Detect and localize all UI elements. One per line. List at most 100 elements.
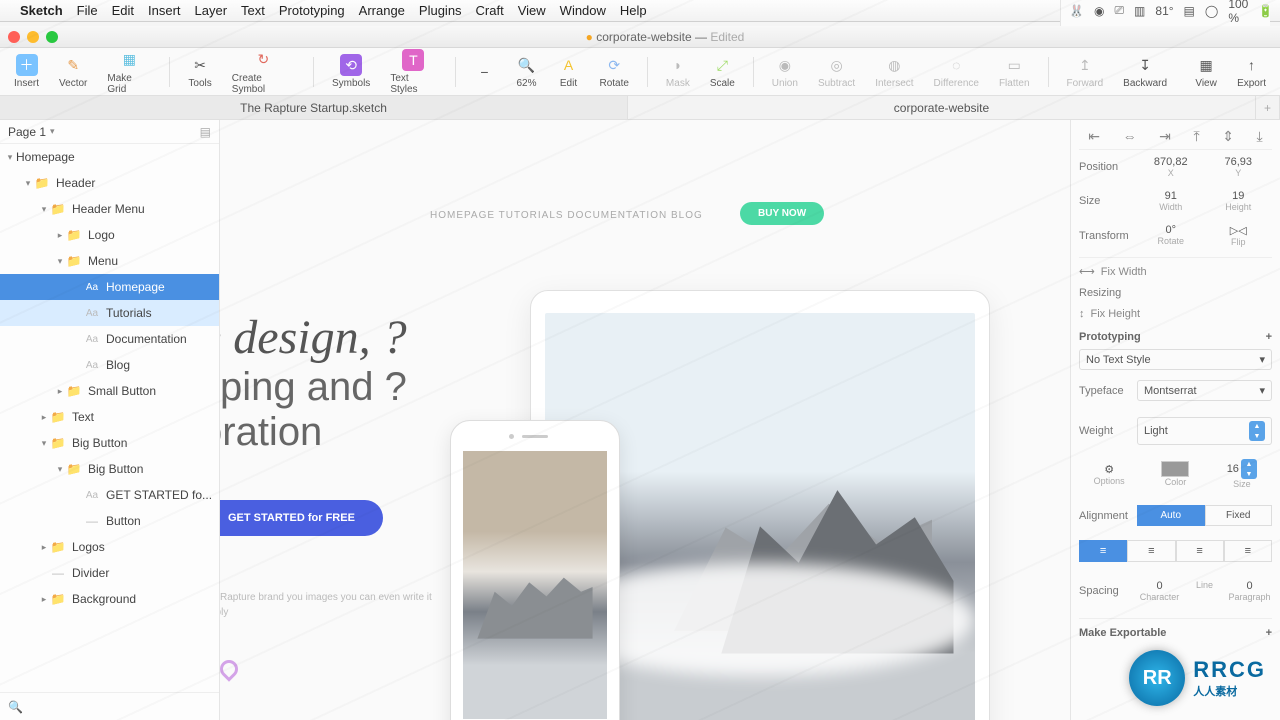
tool-zoom[interactable]: 🔍62% [510,54,544,89]
layer-background[interactable]: ▸📁Background [0,586,219,612]
text-options-button[interactable]: ⚙ [1104,463,1114,476]
menu-edit[interactable]: Edit [112,3,134,18]
tool-create-symbol[interactable]: ↻Create Symbol [226,49,301,95]
status-bunny-icon[interactable]: 🐰 [1069,4,1084,18]
tool-tools[interactable]: ✂Tools [182,54,217,89]
page-grid-icon[interactable]: ▤ [200,125,211,139]
layer-header[interactable]: ▾📁Header [0,170,219,196]
menu-arrange[interactable]: Arrange [359,3,405,18]
layer-text-homepage[interactable]: AaHomepage [0,274,219,300]
layer-text-tutorials[interactable]: AaTutorials [0,300,219,326]
canvas[interactable]: HOMEPAGE TUTORIALS DOCUMENTATION BLOG BU… [220,120,1070,720]
tool-text-styles[interactable]: TText Styles [384,49,442,95]
menu-text[interactable]: Text [241,3,265,18]
align-top-icon[interactable]: ⤒ [1193,128,1199,145]
tool-symbols[interactable]: ⟲Symbols [326,54,376,89]
char-spacing-input[interactable]: 0 [1156,580,1162,592]
tool-mask[interactable]: ◗Mask [660,54,696,89]
doc-tab-1[interactable]: The Rapture Startup.sketch [0,96,628,119]
tool-vector[interactable]: ✎Vector [53,54,93,89]
tool-backward[interactable]: ↧Backward [1117,54,1173,89]
menu-window[interactable]: Window [560,3,606,18]
fix-height-icon[interactable]: ↕ [1079,308,1085,320]
font-size-stepper[interactable]: ▲▼ [1241,459,1257,479]
menu-prototyping[interactable]: Prototyping [279,3,345,18]
alignment-auto[interactable]: Auto [1137,505,1205,526]
status-battery-icon[interactable]: 🔋 [1258,4,1270,18]
layer-button-shape[interactable]: —Button [0,508,219,534]
status-battery[interactable]: 100 % [1228,0,1248,25]
layer-big-button[interactable]: ▾📁Big Button [0,430,219,456]
weight-stepper[interactable]: ▲▼ [1249,421,1265,441]
layer-text-group[interactable]: ▸📁Text [0,404,219,430]
minimize-button[interactable] [27,31,39,43]
pos-y-input[interactable]: 76,93 [1224,156,1252,168]
layer-logo[interactable]: ▸📁Logo [0,222,219,248]
pos-x-input[interactable]: 870,82 [1154,156,1188,168]
fix-width-toggle[interactable]: Fix Width [1101,266,1147,278]
layer-divider[interactable]: —Divider [0,560,219,586]
align-left-icon[interactable]: ⇤ [1088,128,1100,145]
align-center-v-icon[interactable]: ⇕ [1222,128,1234,145]
layer-get-started[interactable]: AaGET STARTED fo... [0,482,219,508]
text-align-right[interactable]: ≡ [1176,540,1224,562]
status-screen-icon[interactable]: ⎚ [1114,3,1124,18]
plus-icon[interactable]: + [1266,627,1272,639]
tool-flatten[interactable]: ▭Flatten [993,54,1036,89]
status-cpu-icon[interactable]: ▥ [1134,4,1145,18]
menu-help[interactable]: Help [620,3,647,18]
close-button[interactable] [8,31,20,43]
layer-text-documentation[interactable]: AaDocumentation [0,326,219,352]
rotate-input[interactable]: 0° [1165,224,1176,236]
font-size-input[interactable]: 16 [1227,463,1239,475]
text-style-select[interactable]: No Text Style▾ [1079,349,1272,370]
tool-forward[interactable]: ↥Forward [1060,54,1109,89]
fix-height-toggle[interactable]: Fix Height [1091,308,1141,320]
doc-tab-2[interactable]: corporate-website [628,96,1256,119]
status-temp[interactable]: 81° [1155,4,1173,18]
tool-subtract[interactable]: ◎Subtract [812,54,861,89]
layer-header-menu[interactable]: ▾📁Header Menu [0,196,219,222]
menu-view[interactable]: View [518,3,546,18]
para-spacing-input[interactable]: 0 [1246,580,1252,592]
align-center-h-icon[interactable]: ⇔ [1123,128,1137,145]
fix-width-icon[interactable]: ⟷ [1079,265,1095,278]
text-align-left[interactable]: ≡ [1079,540,1127,562]
zoom-button[interactable] [46,31,58,43]
menu-layer[interactable]: Layer [195,3,228,18]
tool-scale[interactable]: ⤢Scale [704,54,741,89]
tool-export[interactable]: ↑Export [1231,54,1272,89]
text-align-center[interactable]: ≡ [1127,540,1175,562]
weight-select[interactable]: Light ▲▼ [1137,417,1272,445]
section-exportable[interactable]: Make Exportable+ [1079,618,1272,643]
menu-insert[interactable]: Insert [148,3,181,18]
text-color-swatch[interactable] [1161,461,1189,477]
align-bottom-icon[interactable]: ⤓ [1257,128,1263,145]
tool-difference[interactable]: ◌Difference [928,54,985,89]
menu-app[interactable]: Sketch [20,3,63,18]
doc-tab-add[interactable]: + [1256,96,1280,119]
section-prototyping[interactable]: Prototyping+ [1079,323,1272,347]
tool-zoom-out[interactable]: − [468,61,502,83]
alignment-fixed[interactable]: Fixed [1205,505,1273,526]
layer-small-button[interactable]: ▸📁Small Button [0,378,219,404]
menu-file[interactable]: File [77,3,98,18]
width-input[interactable]: 91 [1165,190,1177,202]
layer-menu[interactable]: ▾📁Menu [0,248,219,274]
flip-buttons[interactable]: ▷◁ [1230,224,1247,237]
layer-homepage-artboard[interactable]: ▾Homepage [0,144,219,170]
layer-logos[interactable]: ▸📁Logos [0,534,219,560]
tool-rotate[interactable]: ⟳Rotate [594,54,635,89]
layer-text-blog[interactable]: AaBlog [0,352,219,378]
menu-plugins[interactable]: Plugins [419,3,462,18]
text-align-justify[interactable]: ≡ [1224,540,1272,562]
typeface-select[interactable]: Montserrat▾ [1137,380,1272,401]
status-tray-icon[interactable]: ▤ [1184,4,1195,18]
height-input[interactable]: 19 [1232,190,1244,202]
tool-make-grid[interactable]: ▦Make Grid [101,49,157,95]
tool-edit[interactable]: AEdit [552,54,586,89]
layer-search[interactable]: 🔍 [0,692,219,720]
tool-insert[interactable]: ＋Insert [8,54,45,89]
page-selector[interactable]: Page 1▾ ▤ [0,120,219,144]
layer-big-button-inner[interactable]: ▾📁Big Button [0,456,219,482]
